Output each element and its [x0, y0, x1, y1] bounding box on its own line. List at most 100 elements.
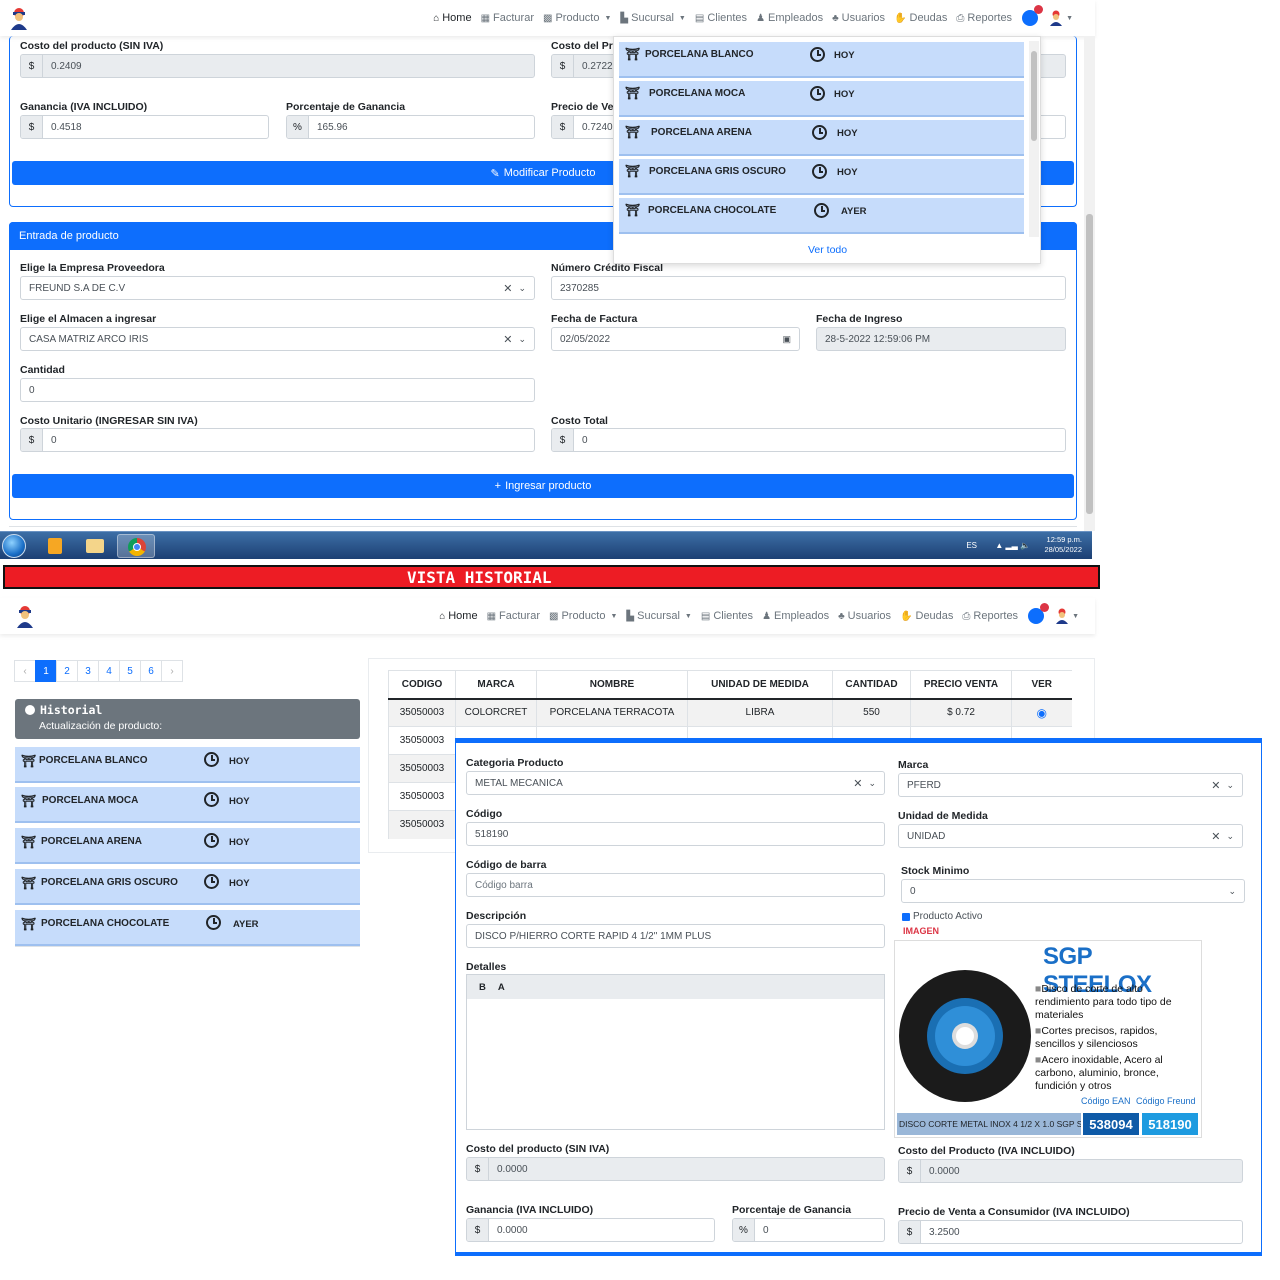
start-button[interactable]	[2, 534, 26, 558]
edit-porcentaje-field[interactable]: % 0	[732, 1218, 885, 1242]
ganancia-field[interactable]: $ 0.4518	[20, 115, 269, 139]
tray-icons[interactable]: ▲ ▂▃ 🔈	[995, 541, 1030, 550]
media-player-icon[interactable]	[38, 534, 72, 558]
codigo-barra-input[interactable]: Código barra	[466, 873, 885, 897]
chevron-down-icon[interactable]: ⌄	[868, 778, 876, 789]
porcentaje-field[interactable]: % 165.96	[286, 115, 535, 139]
language-indicator[interactable]: ES	[966, 541, 977, 550]
pagination-prev[interactable]: ‹	[14, 660, 36, 682]
chevron-down-icon[interactable]: ⌄	[1226, 831, 1234, 842]
nav-item-home[interactable]: ⌂ Home	[439, 610, 477, 622]
checkbox-checked-icon[interactable]	[902, 912, 910, 921]
almacen-select[interactable]: CASA MATRIZ ARCO IRIS ✕ ⌄	[20, 327, 535, 351]
nav-item-clientes[interactable]: ▤ Clientes	[701, 610, 753, 622]
file-explorer-icon[interactable]	[78, 534, 112, 558]
bold-button[interactable]: B	[479, 982, 486, 993]
app-logo[interactable]	[14, 604, 36, 628]
costo-sin-iva-field[interactable]: $ 0.2409	[20, 54, 535, 78]
chrome-icon[interactable]	[117, 534, 155, 558]
nav-item-clientes[interactable]: ▤ Clientes	[695, 12, 747, 24]
ver-todo-link[interactable]: Ver todo	[808, 244, 847, 256]
nav-item-sucursal[interactable]: ▙ Sucursal ▼	[626, 610, 691, 622]
historial-item[interactable]: ⛩ PORCELANA BLANCO HOY	[15, 747, 360, 783]
costo-unitario-input[interactable]: $ 0	[20, 428, 535, 452]
historial-item[interactable]: ⛩ PORCELANA GRIS OSCURO HOY	[15, 869, 360, 905]
edit-ganancia-field[interactable]: $ 0.0000	[466, 1218, 715, 1242]
nav-item-usuarios[interactable]: ♣ Usuarios	[832, 12, 885, 24]
column-header[interactable]: PRECIO VENTA	[910, 670, 1012, 700]
nav-item-producto[interactable]: ▩ Producto ▼	[549, 610, 617, 622]
chevron-down-icon[interactable]: ⌄	[1228, 886, 1236, 897]
empresa-select[interactable]: FREUND S.A DE C.V ✕ ⌄	[20, 276, 535, 300]
notifications-bell-icon[interactable]	[1028, 603, 1050, 624]
column-header[interactable]: CANTIDAD	[832, 670, 911, 700]
page-scrollbar[interactable]	[1084, 36, 1095, 531]
pagination-page[interactable]: 6	[140, 660, 162, 682]
clear-icon[interactable]: ✕	[503, 333, 512, 346]
column-header[interactable]: NOMBRE	[536, 670, 688, 700]
nav-item-empleados[interactable]: ♟ Empleados	[756, 12, 823, 24]
notification-item[interactable]: ⛩ PORCELANA CHOCOLATE AYER	[619, 198, 1024, 234]
column-header[interactable]: MARCA	[455, 670, 537, 700]
historial-item[interactable]: ⛩ PORCELANA CHOCOLATE AYER	[15, 910, 360, 946]
clear-icon[interactable]: ✕	[1211, 779, 1220, 792]
nav-item-deudas[interactable]: ✋ Deudas	[900, 610, 953, 622]
marca-select[interactable]: PFERD ✕ ⌄	[898, 773, 1243, 797]
pagination-page[interactable]: 5	[119, 660, 141, 682]
credito-fiscal-input[interactable]: 2370285	[551, 276, 1066, 300]
caret-down-icon[interactable]: ▼	[1072, 613, 1079, 620]
eye-icon[interactable]: ◉	[1037, 706, 1047, 720]
categoria-select[interactable]: METAL MECANICA ✕ ⌄	[466, 771, 885, 795]
pagination-page[interactable]: 4	[98, 660, 120, 682]
historial-item[interactable]: ⛩ PORCELANA MOCA HOY	[15, 787, 360, 823]
caret-down-icon[interactable]: ▼	[1066, 15, 1073, 22]
system-clock[interactable]: 12:59 p.m. 28/05/2022	[1044, 535, 1082, 555]
nav-item-reportes[interactable]: ⎙ Reportes	[956, 12, 1012, 24]
stock-minimo-select[interactable]: 0 ⌄	[901, 879, 1245, 903]
chevron-down-icon[interactable]: ⌄	[518, 283, 526, 294]
notifications-bell-icon[interactable]	[1022, 5, 1044, 26]
pagination-page[interactable]: 3	[77, 660, 99, 682]
font-color-button[interactable]: A	[498, 982, 505, 993]
calendar-icon[interactable]: ▣	[782, 334, 791, 345]
nav-item-sucursal[interactable]: ▙ Sucursal ▼	[620, 12, 685, 24]
column-header[interactable]: CODIGO	[388, 670, 456, 700]
codigo-input[interactable]: 518190	[466, 822, 885, 846]
historial-item[interactable]: ⛩ PORCELANA ARENA HOY	[15, 828, 360, 864]
chevron-down-icon[interactable]: ⌄	[518, 334, 526, 345]
nav-item-empleados[interactable]: ♟ Empleados	[762, 610, 829, 622]
table-row[interactable]: 35050003 COLORCRET PORCELANA TERRACOTA LIBR…	[388, 698, 1072, 727]
column-header[interactable]: UNIDAD DE MEDIDA	[687, 670, 833, 700]
ingresar-producto-button[interactable]: + Ingresar producto	[12, 474, 1074, 498]
nav-item-usuarios[interactable]: ♣ Usuarios	[838, 610, 891, 622]
unidad-select[interactable]: UNIDAD ✕ ⌄	[898, 824, 1243, 848]
scrollbar-thumb[interactable]	[1031, 51, 1037, 141]
producto-activo-checkbox[interactable]: Producto Activo	[902, 911, 982, 922]
edit-costo-con-iva-field[interactable]: $ 0.0000	[898, 1159, 1243, 1183]
notification-item[interactable]: ⛩ PORCELANA MOCA HOY	[619, 81, 1024, 117]
cantidad-input[interactable]: 0	[20, 378, 535, 402]
nav-item-facturar[interactable]: ▦ Facturar	[481, 12, 534, 24]
pagination-next[interactable]: ›	[161, 660, 183, 682]
descripcion-input[interactable]: DISCO P/HIERRO CORTE RAPID 4 1/2" 1MM PL…	[466, 924, 885, 948]
app-logo[interactable]	[8, 6, 30, 30]
clear-icon[interactable]: ✕	[1211, 830, 1220, 843]
nav-item-producto[interactable]: ▩ Producto ▼	[543, 12, 611, 24]
notification-item[interactable]: ⛩ PORCELANA BLANCO HOY	[619, 42, 1024, 78]
dropdown-scrollbar[interactable]	[1029, 41, 1039, 237]
user-avatar-icon[interactable]	[1048, 10, 1064, 26]
pagination-page[interactable]: 2	[56, 660, 78, 682]
fecha-factura-input[interactable]: 02/05/2022 ▣	[551, 327, 800, 351]
notification-item[interactable]: ⛩ PORCELANA GRIS OSCURO HOY	[619, 159, 1024, 195]
edit-costo-sin-iva-field[interactable]: $ 0.0000	[466, 1157, 885, 1181]
chevron-down-icon[interactable]: ⌄	[1226, 780, 1234, 791]
scrollbar-thumb[interactable]	[1086, 214, 1093, 514]
nav-item-home[interactable]: ⌂ Home	[433, 12, 471, 24]
nav-item-facturar[interactable]: ▦ Facturar	[487, 610, 540, 622]
nav-item-deudas[interactable]: ✋ Deudas	[894, 12, 947, 24]
user-avatar-icon[interactable]	[1054, 608, 1070, 624]
costo-total-input[interactable]: $ 0	[551, 428, 1066, 452]
edit-precio-venta-field[interactable]: $ 3.2500	[898, 1220, 1243, 1244]
clear-icon[interactable]: ✕	[503, 282, 512, 295]
nav-item-reportes[interactable]: ⎙ Reportes	[962, 610, 1018, 622]
